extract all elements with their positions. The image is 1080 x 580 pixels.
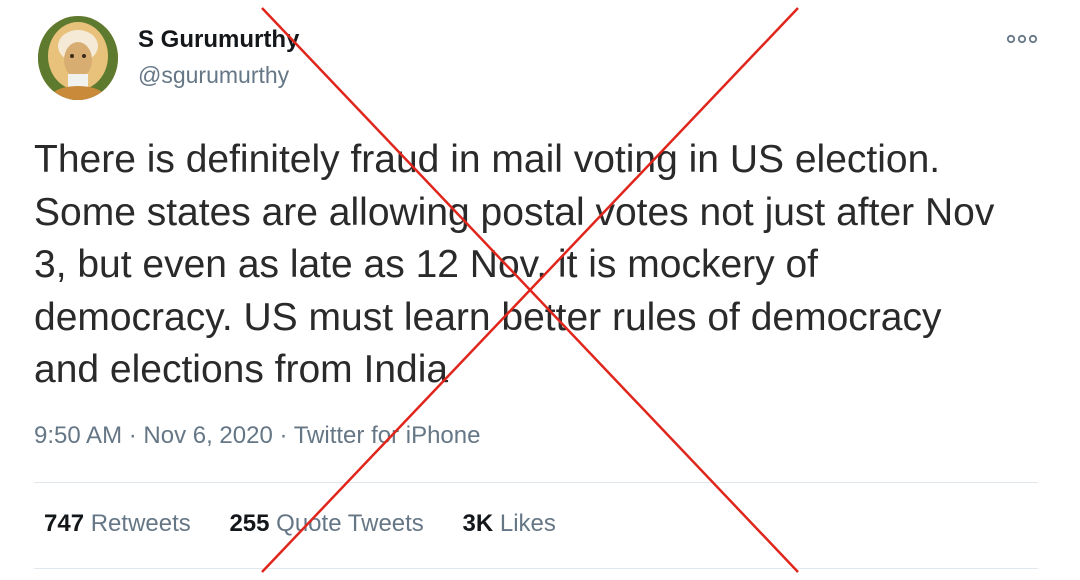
tweet-time[interactable]: 9:50 AM (34, 422, 122, 449)
retweets-stat[interactable]: 747 Retweets (44, 510, 191, 538)
tweet-text-line: and elections from India (34, 348, 449, 391)
meta-separator: · (272, 422, 294, 449)
divider (34, 568, 1038, 569)
retweets-count: 747 (44, 510, 85, 537)
tweet-text-line: Some states are allowing postal votes no… (34, 190, 995, 234)
author-handle[interactable]: @sgurumurthy (138, 62, 289, 89)
likes-count: 3K (462, 510, 494, 537)
divider (34, 482, 1038, 483)
tweet-card: S Gurumurthy @sgurumurthy There is defin… (0, 0, 1080, 580)
more-options-icon[interactable] (1006, 32, 1038, 46)
retweets-label: Retweets (90, 510, 191, 537)
tweet-meta: 9:50 AM · Nov 6, 2020 · Twitter for iPho… (34, 422, 480, 450)
quote-tweets-count: 255 (229, 510, 270, 537)
tweet-text-line: democracy. US must learn better rules of… (34, 295, 942, 339)
author-display-name[interactable]: S Gurumurthy (138, 26, 299, 54)
quote-tweets-stat[interactable]: 255 Quote Tweets (229, 510, 423, 538)
tweet-text-line: There is definitely fraud in mail voting… (34, 138, 941, 181)
likes-stat[interactable]: 3K Likes (462, 510, 555, 538)
tweet-stats: 747 Retweets 255 Quote Tweets 3K Likes (44, 510, 588, 538)
tweet-source[interactable]: Twitter for iPhone (294, 422, 481, 449)
tweet-date[interactable]: Nov 6, 2020 (143, 422, 272, 449)
tweet-text-line: 3, but even as late as 12 Nov. it is moc… (34, 243, 818, 286)
tweet-text: There is definitely fraud in mail voting… (34, 134, 1044, 397)
profile-avatar[interactable] (38, 16, 118, 100)
quote-tweets-label: Quote Tweets (276, 510, 424, 537)
profile-photo-icon (38, 16, 118, 100)
likes-label: Likes (499, 510, 556, 537)
meta-separator: · (122, 422, 144, 449)
